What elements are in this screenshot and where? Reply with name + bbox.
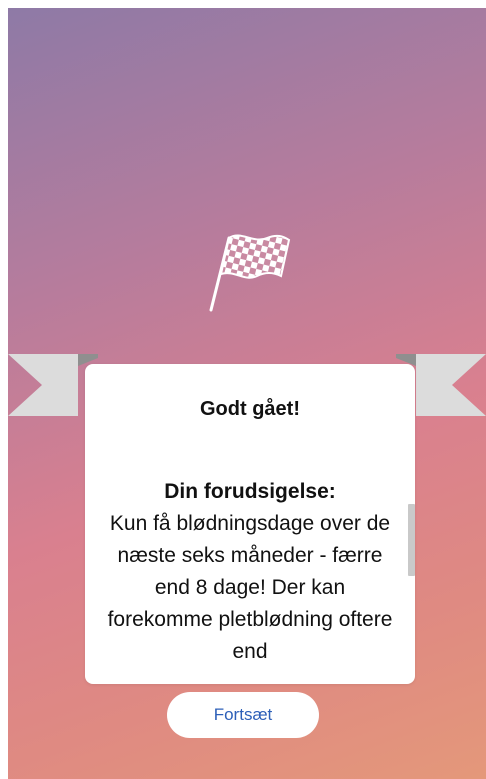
card-body-scroll-area[interactable]: Din forudsigelse: Kun få blødningsdage o… xyxy=(85,476,415,666)
prediction-heading: Din forudsigelse: xyxy=(164,480,336,503)
scrollbar[interactable] xyxy=(408,504,415,576)
card-title: Godt gået! xyxy=(200,398,300,420)
app-screen: Godt gået! Din forudsigelse: Kun få blød… xyxy=(8,8,486,779)
prediction-text: Kun få blødningsdage over de næste seks … xyxy=(107,512,393,663)
continue-button[interactable]: Fortsæt xyxy=(167,692,319,738)
result-card: Godt gået! Din forudsigelse: Kun få blød… xyxy=(85,364,415,684)
checkered-flag-icon xyxy=(201,218,297,314)
